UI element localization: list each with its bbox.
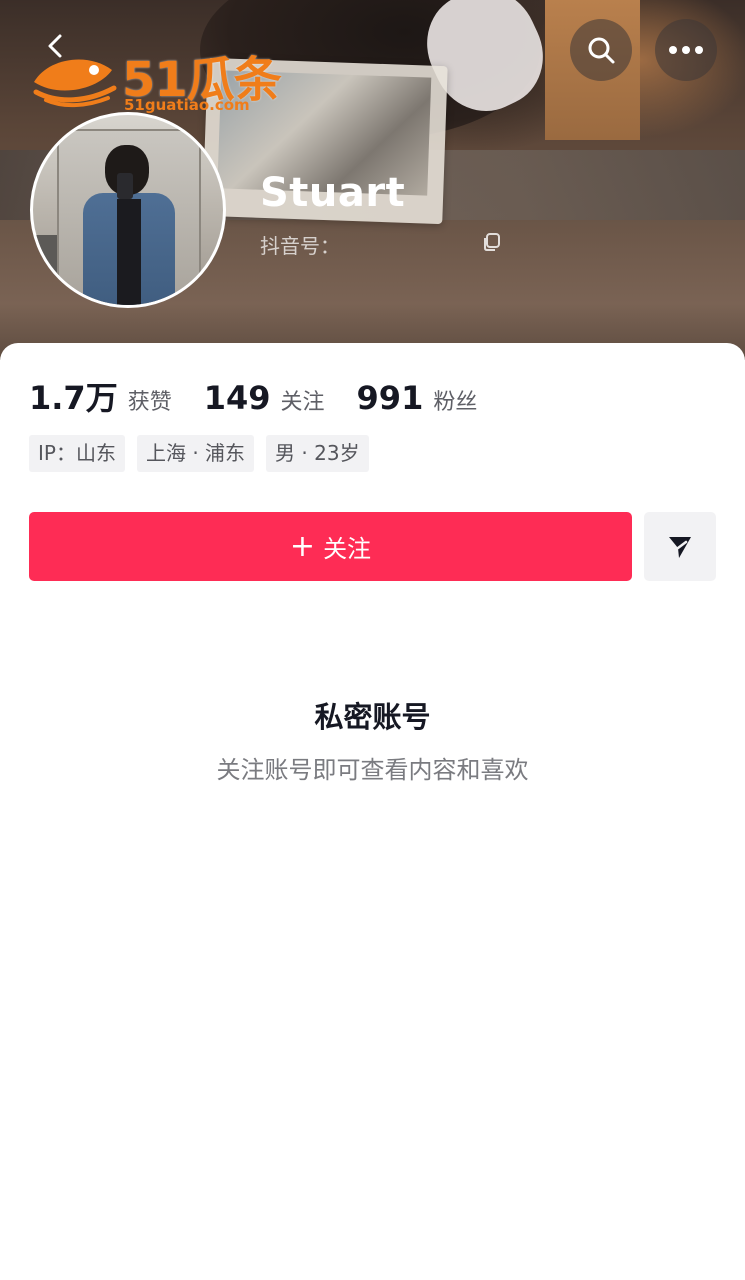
watermark-url: 51guatiao.com	[124, 96, 250, 114]
avatar[interactable]	[30, 112, 226, 308]
profile-card	[0, 343, 745, 1280]
search-icon	[588, 37, 615, 64]
private-account-subtitle: 关注账号即可查看内容和喜欢	[216, 756, 529, 784]
profile-name: Stuart	[260, 170, 406, 216]
follow-button-label: 关注	[323, 535, 372, 563]
tag-ip-location: IP：山东	[29, 435, 125, 472]
tag-gender-age: 男 · 23岁	[266, 435, 369, 472]
watermark-logo: 51瓜条 51guatiao.com	[28, 38, 288, 120]
stat-likes-label: 获赞	[127, 390, 172, 415]
stat-following-label: 关注	[280, 390, 325, 415]
plus-icon: +	[289, 528, 316, 564]
stat-following-value: 149	[203, 379, 271, 417]
stat-following[interactable]: 149 关注	[204, 379, 325, 417]
send-icon	[669, 536, 691, 558]
follow-button[interactable]: + 关注	[29, 512, 632, 581]
share-button[interactable]	[644, 512, 716, 581]
more-options-button[interactable]	[655, 19, 717, 81]
tag-city: 上海 · 浦东	[136, 435, 255, 472]
profile-tags: IP：山东 上海 · 浦东 男 · 23岁	[29, 435, 381, 472]
private-account-title: 私密账号	[314, 700, 431, 734]
douyin-id-label: 抖音号：	[260, 234, 340, 258]
stat-followers[interactable]: 991 粉丝	[357, 379, 478, 417]
stat-likes[interactable]: 1.7万 获赞	[29, 373, 172, 419]
stat-followers-label: 粉丝	[433, 390, 478, 415]
more-icon	[669, 46, 703, 54]
stat-followers-value: 991	[356, 379, 424, 417]
search-button[interactable]	[570, 19, 632, 81]
profile-stats: 1.7万 获赞 149 关注 991 粉丝	[29, 373, 509, 419]
avatar-person-shirt	[117, 199, 141, 305]
stat-likes-value: 1.7万	[29, 379, 118, 417]
avatar-phone	[117, 173, 133, 199]
copy-icon[interactable]	[482, 232, 502, 252]
watermark-fish-icon	[33, 59, 117, 108]
